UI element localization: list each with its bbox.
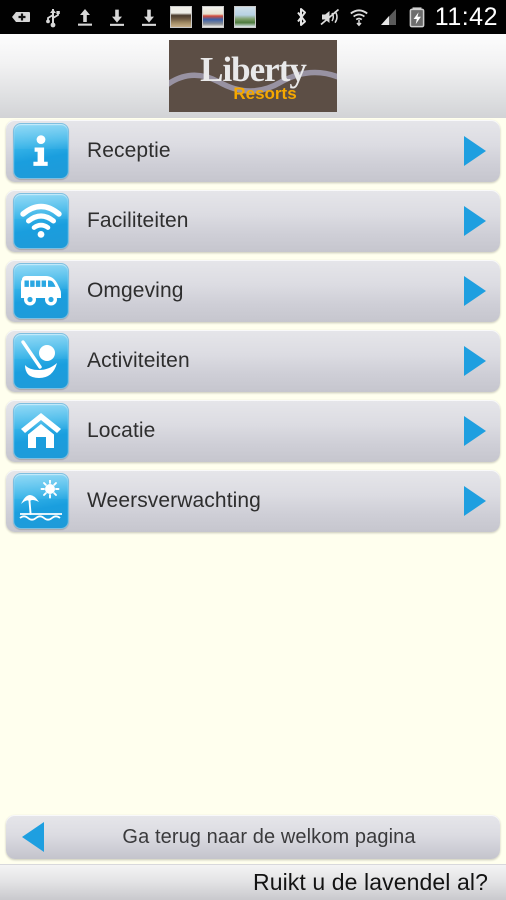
info-icon bbox=[13, 123, 69, 179]
home-icon bbox=[13, 403, 69, 459]
back-to-welcome-button[interactable]: Ga terug naar de welkom pagina bbox=[6, 815, 500, 859]
vpn-key-icon bbox=[10, 6, 32, 28]
menu-item-label: Locatie bbox=[87, 419, 156, 442]
logo-secondary-text: Resorts bbox=[233, 83, 297, 103]
photo-thumbnail-1 bbox=[170, 6, 192, 28]
upload-icon bbox=[74, 6, 96, 28]
chevron-right-icon[interactable] bbox=[458, 134, 490, 168]
bluetooth-icon bbox=[290, 6, 312, 28]
wifi-icon bbox=[348, 6, 370, 28]
menu-item-omgeving[interactable]: Omgeving bbox=[6, 260, 500, 322]
usb-icon bbox=[42, 6, 64, 28]
photo-thumbnail-2 bbox=[202, 6, 224, 28]
golf-icon bbox=[13, 333, 69, 389]
wifi-icon bbox=[13, 193, 69, 249]
liberty-resorts-logo: Liberty Resorts bbox=[169, 40, 337, 112]
chevron-left-icon[interactable] bbox=[18, 820, 50, 854]
status-bar-right-icons bbox=[290, 6, 428, 28]
chevron-right-icon[interactable] bbox=[458, 204, 490, 238]
footer-ticker-bar: Ruikt u de lavendel al? bbox=[0, 864, 506, 900]
download-icon bbox=[106, 6, 128, 28]
main-menu-list: Receptie Faciliteiten Omgeving Activitei… bbox=[0, 120, 506, 540]
app-root: 11:42 Liberty Resorts Receptie Facilitei… bbox=[0, 0, 506, 900]
back-button-label: Ga terug naar de welkom pagina bbox=[122, 825, 416, 848]
chevron-right-icon[interactable] bbox=[458, 344, 490, 378]
chevron-right-icon[interactable] bbox=[458, 414, 490, 448]
chevron-right-icon[interactable] bbox=[458, 274, 490, 308]
download-icon-2 bbox=[138, 6, 160, 28]
status-bar: 11:42 bbox=[0, 0, 506, 34]
menu-item-activiteiten[interactable]: Activiteiten bbox=[6, 330, 500, 392]
menu-item-label: Faciliteiten bbox=[87, 209, 189, 232]
status-bar-left-icons bbox=[10, 6, 256, 28]
bus-icon bbox=[13, 263, 69, 319]
cellular-signal-icon bbox=[377, 6, 399, 28]
menu-item-receptie[interactable]: Receptie bbox=[6, 120, 500, 182]
photo-thumbnail-3 bbox=[234, 6, 256, 28]
menu-item-label: Receptie bbox=[87, 139, 171, 162]
menu-item-weersverwachting[interactable]: Weersverwachting bbox=[6, 470, 500, 532]
status-bar-clock: 11:42 bbox=[434, 2, 498, 31]
menu-item-locatie[interactable]: Locatie bbox=[6, 400, 500, 462]
beach-sun-icon bbox=[13, 473, 69, 529]
mute-icon bbox=[319, 6, 341, 28]
menu-item-label: Activiteiten bbox=[87, 349, 190, 372]
menu-item-label: Weersverwachting bbox=[87, 489, 261, 512]
chevron-right-icon[interactable] bbox=[458, 484, 490, 518]
menu-item-label: Omgeving bbox=[87, 279, 184, 302]
battery-charging-icon bbox=[406, 6, 428, 28]
menu-item-faciliteiten[interactable]: Faciliteiten bbox=[6, 190, 500, 252]
footer-ticker-text: Ruikt u de lavendel al? bbox=[252, 869, 488, 895]
logo-primary-text: Liberty bbox=[200, 49, 307, 89]
app-header: Liberty Resorts bbox=[0, 34, 506, 118]
